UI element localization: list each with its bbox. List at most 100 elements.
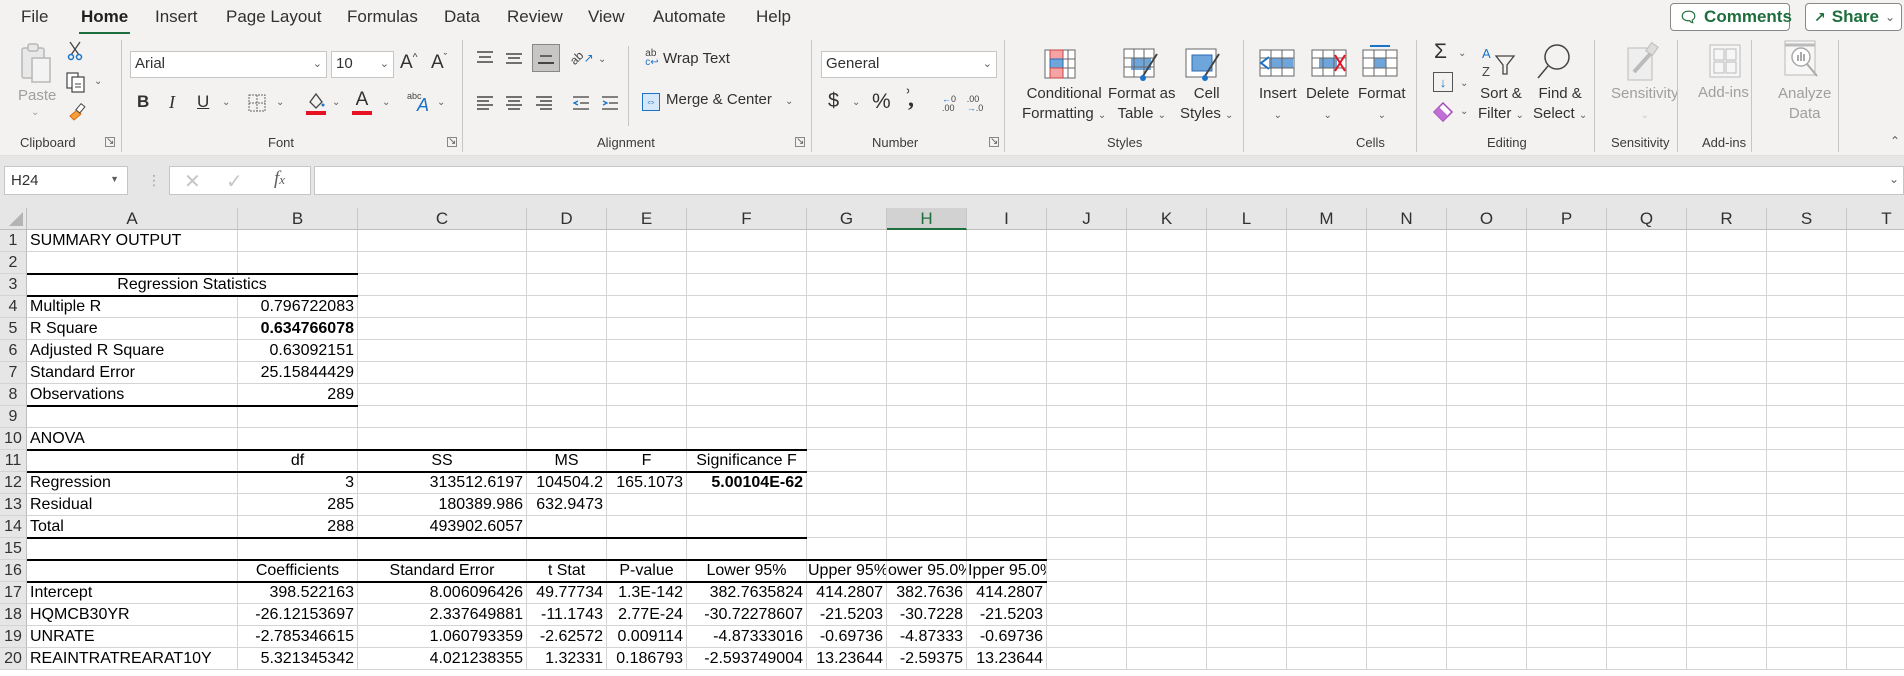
cell-m14[interactable]	[1287, 516, 1367, 538]
cell-n8[interactable]	[1367, 384, 1447, 406]
tab-review[interactable]: Review	[507, 7, 563, 27]
phonetic-guide-icon[interactable]: abc A	[407, 91, 431, 115]
font-launcher-icon[interactable]: ↘	[447, 137, 457, 147]
format-as-table-button[interactable]: Format as Table ⌄	[1108, 84, 1176, 126]
wrap-text-button[interactable]: Wrap Text	[663, 50, 730, 67]
cell-g18[interactable]: -21.5203	[807, 604, 887, 626]
cell-e18[interactable]: 2.77E-24	[607, 604, 687, 626]
cell-g14[interactable]	[807, 516, 887, 538]
cell-c19[interactable]: 1.060793359	[358, 626, 527, 648]
cell-p10[interactable]	[1527, 428, 1607, 450]
underline-button[interactable]: U	[197, 92, 209, 112]
cell-o10[interactable]	[1447, 428, 1527, 450]
cell-g19[interactable]: -0.69736	[807, 626, 887, 648]
cell-t3[interactable]	[1847, 274, 1904, 296]
cell-q2[interactable]	[1607, 252, 1687, 274]
cell-n7[interactable]	[1367, 362, 1447, 384]
cell-e14[interactable]	[607, 516, 687, 538]
cell-j13[interactable]	[1047, 494, 1127, 516]
cell-a12[interactable]: Regression	[27, 472, 238, 494]
cell-t2[interactable]	[1847, 252, 1904, 274]
cell-g6[interactable]	[807, 340, 887, 362]
cell-o7[interactable]	[1447, 362, 1527, 384]
cell-c9[interactable]	[358, 406, 527, 428]
cell-i14[interactable]	[967, 516, 1047, 538]
cell-g4[interactable]	[807, 296, 887, 318]
cell-k9[interactable]	[1127, 406, 1207, 428]
cell-b16[interactable]: Coefficients	[238, 560, 358, 582]
cell-p17[interactable]	[1527, 582, 1607, 604]
cell-h3[interactable]	[887, 274, 967, 296]
insert-cells-button[interactable]: Insert ⌄	[1259, 84, 1297, 126]
cell-k19[interactable]	[1127, 626, 1207, 648]
cell-q18[interactable]	[1607, 604, 1687, 626]
cell-k13[interactable]	[1127, 494, 1207, 516]
cell-l7[interactable]	[1207, 362, 1287, 384]
cell-r7[interactable]	[1687, 362, 1767, 384]
cell-p2[interactable]	[1527, 252, 1607, 274]
cell-s11[interactable]	[1767, 450, 1847, 472]
delete-cells-button[interactable]: Delete ⌄	[1306, 84, 1349, 126]
cell-k12[interactable]	[1127, 472, 1207, 494]
cell-c5[interactable]	[358, 318, 527, 340]
cell-q1[interactable]	[1607, 230, 1687, 252]
cell-e10[interactable]	[607, 428, 687, 450]
cell-a11[interactable]	[27, 450, 238, 472]
cell-n2[interactable]	[1367, 252, 1447, 274]
cell-r19[interactable]	[1687, 626, 1767, 648]
cell-e8[interactable]	[607, 384, 687, 406]
cell-r20[interactable]	[1687, 648, 1767, 670]
cell-k16[interactable]	[1127, 560, 1207, 582]
cell-s16[interactable]	[1767, 560, 1847, 582]
cell-n19[interactable]	[1367, 626, 1447, 648]
cell-o8[interactable]	[1447, 384, 1527, 406]
wrap-text-icon[interactable]: ab c↩	[643, 48, 661, 68]
cell-f5[interactable]	[687, 318, 807, 340]
cell-styles-button[interactable]: Cell Styles ⌄	[1180, 84, 1233, 126]
cell-o9[interactable]	[1447, 406, 1527, 428]
cell-p6[interactable]	[1527, 340, 1607, 362]
cell-r5[interactable]	[1687, 318, 1767, 340]
cell-o15[interactable]	[1447, 538, 1527, 560]
cell-c6[interactable]	[358, 340, 527, 362]
top-align-icon[interactable]	[475, 48, 495, 68]
phonetic-dropdown-icon[interactable]: ⌄	[437, 97, 445, 108]
cell-s20[interactable]	[1767, 648, 1847, 670]
cell-f15[interactable]	[687, 538, 807, 560]
cell-d10[interactable]	[527, 428, 607, 450]
cell-t18[interactable]	[1847, 604, 1904, 626]
cell-a13[interactable]: Residual	[27, 494, 238, 516]
cell-q20[interactable]	[1607, 648, 1687, 670]
cell-q14[interactable]	[1607, 516, 1687, 538]
cell-m6[interactable]	[1287, 340, 1367, 362]
column-header-i[interactable]: I	[967, 208, 1047, 230]
cell-d6[interactable]	[527, 340, 607, 362]
column-header-k[interactable]: K	[1127, 208, 1207, 230]
cell-n18[interactable]	[1367, 604, 1447, 626]
cell-b7[interactable]: 25.15844429	[238, 362, 358, 384]
collapse-ribbon-icon[interactable]: ⌃	[1890, 134, 1900, 148]
cell-f3[interactable]	[687, 274, 807, 296]
cell-t9[interactable]	[1847, 406, 1904, 428]
cell-s12[interactable]	[1767, 472, 1847, 494]
spreadsheet-grid[interactable]: A B C D E F G H I J K L M N O P Q R S T 1 SUMMARY OUTPUT 2 3 Reg…	[0, 208, 1904, 676]
cell-b1[interactable]	[238, 230, 358, 252]
cell-b14[interactable]: 288	[238, 516, 358, 538]
orientation-icon[interactable]: ab ↗	[567, 47, 593, 69]
format-painter-icon[interactable]	[66, 101, 88, 123]
cell-j4[interactable]	[1047, 296, 1127, 318]
cell-k14[interactable]	[1127, 516, 1207, 538]
find-select-button[interactable]: Find & Select ⌄	[1533, 84, 1587, 126]
cell-b13[interactable]: 285	[238, 494, 358, 516]
cell-r17[interactable]	[1687, 582, 1767, 604]
fill-color-dropdown-icon[interactable]: ⌄	[332, 97, 340, 108]
fill-dropdown-icon[interactable]: ⌄	[1460, 78, 1468, 89]
column-header-b[interactable]: B	[238, 208, 358, 230]
cell-k10[interactable]	[1127, 428, 1207, 450]
cell-n16[interactable]	[1367, 560, 1447, 582]
cell-r11[interactable]	[1687, 450, 1767, 472]
cell-o16[interactable]	[1447, 560, 1527, 582]
cell-d15[interactable]	[527, 538, 607, 560]
cell-l8[interactable]	[1207, 384, 1287, 406]
cell-q12[interactable]	[1607, 472, 1687, 494]
